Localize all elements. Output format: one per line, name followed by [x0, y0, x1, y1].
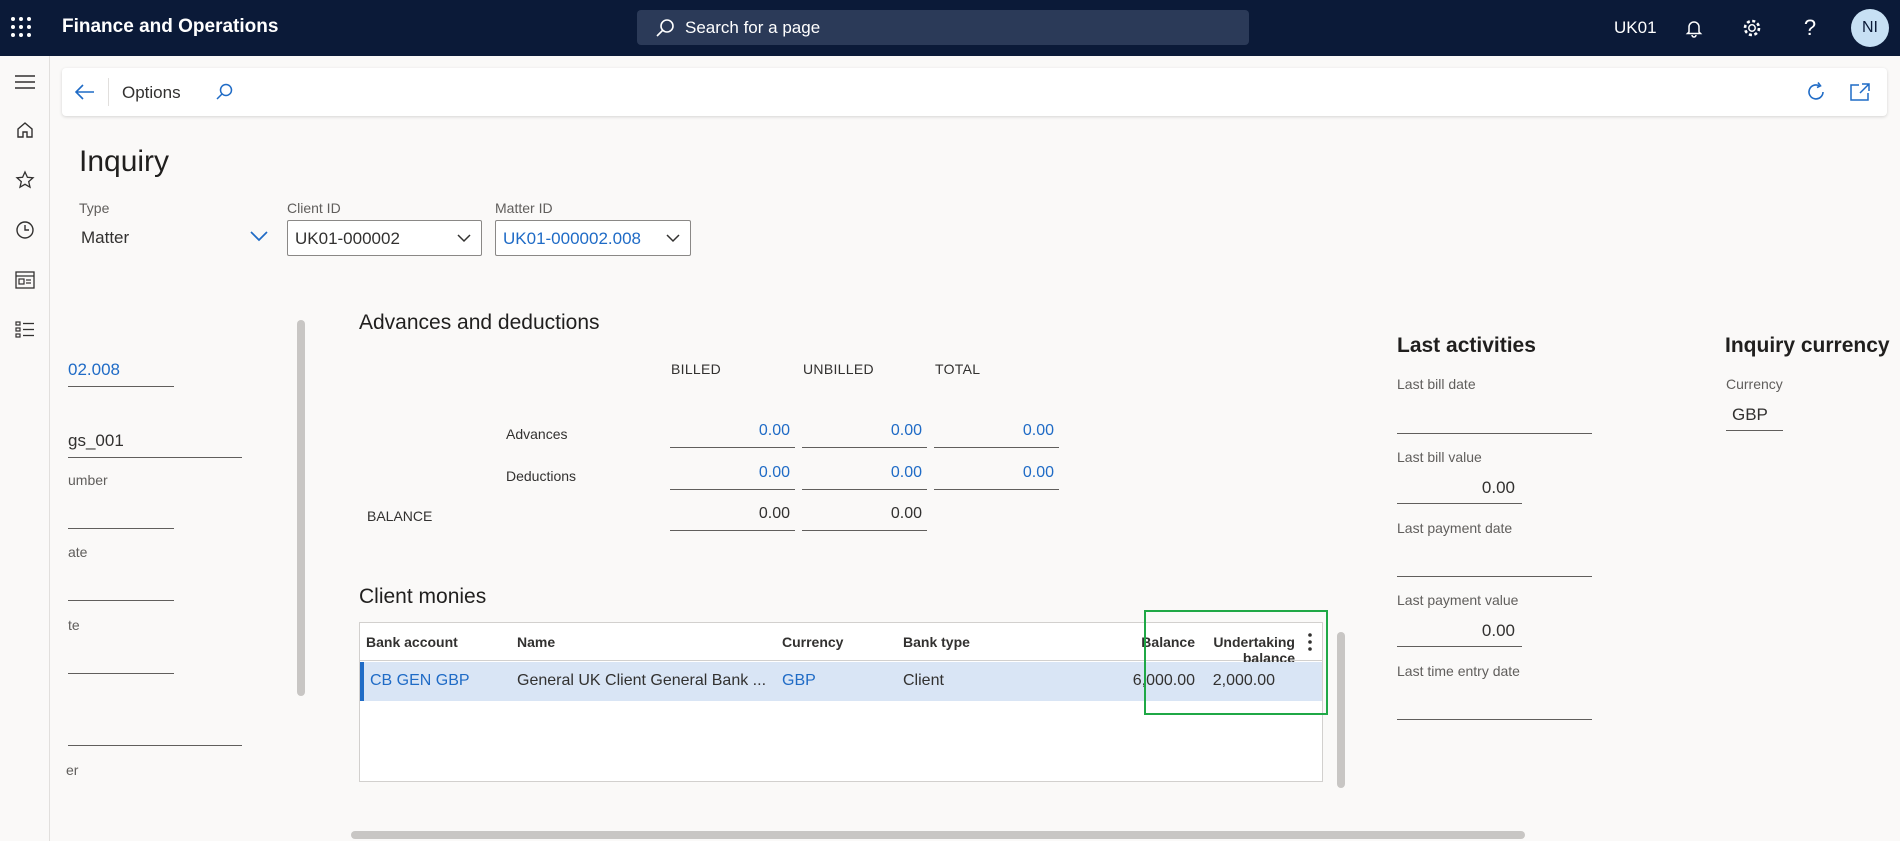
matter-id-value: UK01-000002.008	[503, 229, 642, 248]
column-header-name[interactable]: Name	[517, 634, 555, 650]
home-icon[interactable]	[5, 112, 45, 148]
currency-value[interactable]: GBP	[1732, 405, 1768, 425]
search-icon	[656, 19, 674, 37]
bank-account-cell[interactable]: CB GEN GBP	[370, 672, 470, 690]
field-underline	[68, 600, 174, 601]
help-icon[interactable]: ?	[1796, 14, 1824, 42]
horizontal-scrollbar[interactable]	[351, 831, 1525, 839]
client-id-value: UK01-000002	[295, 229, 400, 248]
top-bar: Finance and Operations Search for a page…	[0, 0, 1900, 56]
options-menu[interactable]: Options	[122, 83, 181, 103]
last-time-entry-label: Last time entry date	[1397, 663, 1520, 679]
modules-list-icon[interactable]	[5, 312, 45, 348]
last-activities-title: Last activities	[1397, 334, 1536, 357]
column-header-unbilled: UNBILLED	[803, 361, 874, 377]
highlight-annotation	[1144, 610, 1328, 715]
matter-id-label: Matter ID	[495, 200, 553, 216]
field-underline	[68, 386, 174, 387]
clock-icon[interactable]	[5, 212, 45, 248]
client-id-combo[interactable]: UK01-000002	[287, 220, 482, 256]
balance-unbilled-value: 0.00	[802, 503, 927, 531]
last-payment-value: 0.00	[1481, 621, 1515, 640]
type-select-value[interactable]: Matter	[81, 228, 129, 248]
vertical-scrollbar[interactable]	[297, 320, 305, 696]
action-bar: Options	[62, 68, 1887, 116]
chevron-down-icon	[666, 234, 680, 243]
gear-icon[interactable]	[1738, 14, 1766, 42]
chevron-down-icon[interactable]	[249, 229, 269, 243]
type-label: Type	[79, 200, 110, 216]
matter-id-combo[interactable]: UK01-000002.008	[495, 220, 691, 256]
global-search-box[interactable]: Search for a page	[637, 10, 1249, 45]
refresh-icon[interactable]	[1804, 80, 1828, 104]
search-placeholder: Search for a page	[685, 18, 821, 37]
last-bill-date-label: Last bill date	[1397, 376, 1476, 392]
field-underline	[68, 528, 174, 529]
currency-cell[interactable]: GBP	[782, 672, 816, 690]
column-header-billed: BILLED	[671, 361, 722, 377]
field-underline	[1397, 503, 1522, 504]
client-monies-title: Client monies	[359, 585, 487, 608]
deductions-row-label: Deductions	[506, 468, 577, 484]
field-underline	[68, 745, 242, 746]
partial-field-value: gs_001	[68, 431, 124, 450]
advances-section-title: Advances and deductions	[359, 311, 600, 334]
open-in-new-window-icon[interactable]	[1848, 80, 1872, 104]
field-underline	[1726, 430, 1783, 431]
advances-row-label: Advances	[506, 426, 568, 442]
advances-billed-value[interactable]: 0.00	[670, 420, 795, 448]
partial-field-label: umber	[68, 472, 108, 488]
page-title: Inquiry	[79, 145, 170, 178]
chevron-down-icon	[457, 234, 471, 243]
advances-unbilled-value[interactable]: 0.00	[802, 420, 927, 448]
balance-billed-value: 0.00	[670, 503, 795, 531]
column-header-bank-type[interactable]: Bank type	[903, 634, 970, 650]
vertical-scrollbar[interactable]	[1337, 632, 1345, 788]
field-underline	[1397, 433, 1592, 434]
action-bar-divider	[108, 78, 109, 106]
last-payment-value-label: Last payment value	[1397, 592, 1519, 608]
company-picker[interactable]: UK01	[1614, 18, 1657, 38]
name-cell: General UK Client General Bank ...	[517, 672, 767, 689]
app-title: Finance and Operations	[62, 16, 279, 37]
partial-field-label: te	[68, 617, 80, 633]
column-header-currency[interactable]: Currency	[782, 634, 843, 650]
app-launcher-icon[interactable]	[11, 17, 31, 37]
last-payment-date-label: Last payment date	[1397, 520, 1513, 536]
partial-field-label: ate	[68, 544, 88, 560]
client-id-label: Client ID	[287, 200, 341, 216]
field-underline	[1397, 576, 1592, 577]
field-underline	[1397, 719, 1592, 720]
deductions-total-value[interactable]: 0.00	[934, 462, 1059, 490]
field-underline	[68, 457, 242, 458]
field-underline	[1397, 646, 1522, 647]
action-search-icon[interactable]	[212, 80, 236, 104]
matter-link[interactable]: 02.008	[68, 360, 120, 380]
bank-type-cell: Client	[903, 672, 944, 689]
deductions-unbilled-value[interactable]: 0.00	[802, 462, 927, 490]
avatar[interactable]: NI	[1851, 9, 1889, 47]
balance-row-label: BALANCE	[367, 508, 433, 524]
hamburger-icon[interactable]	[5, 64, 45, 100]
partial-field-label: er	[66, 762, 79, 778]
star-icon[interactable]	[5, 162, 45, 198]
advances-total-value[interactable]: 0.00	[934, 420, 1059, 448]
bell-icon[interactable]	[1680, 14, 1708, 42]
column-header-bank-account[interactable]: Bank account	[366, 634, 458, 650]
field-underline	[68, 673, 174, 674]
deductions-billed-value[interactable]: 0.00	[670, 462, 795, 490]
column-header-total: TOTAL	[935, 361, 981, 377]
inquiry-currency-title: Inquiry currency	[1725, 334, 1890, 357]
last-bill-value-label: Last bill value	[1397, 449, 1482, 465]
workspace-icon[interactable]	[5, 262, 45, 298]
currency-label: Currency	[1726, 376, 1783, 392]
last-bill-value: 0.00	[1481, 478, 1515, 497]
back-arrow-icon[interactable]	[72, 79, 98, 105]
left-nav	[0, 56, 50, 841]
